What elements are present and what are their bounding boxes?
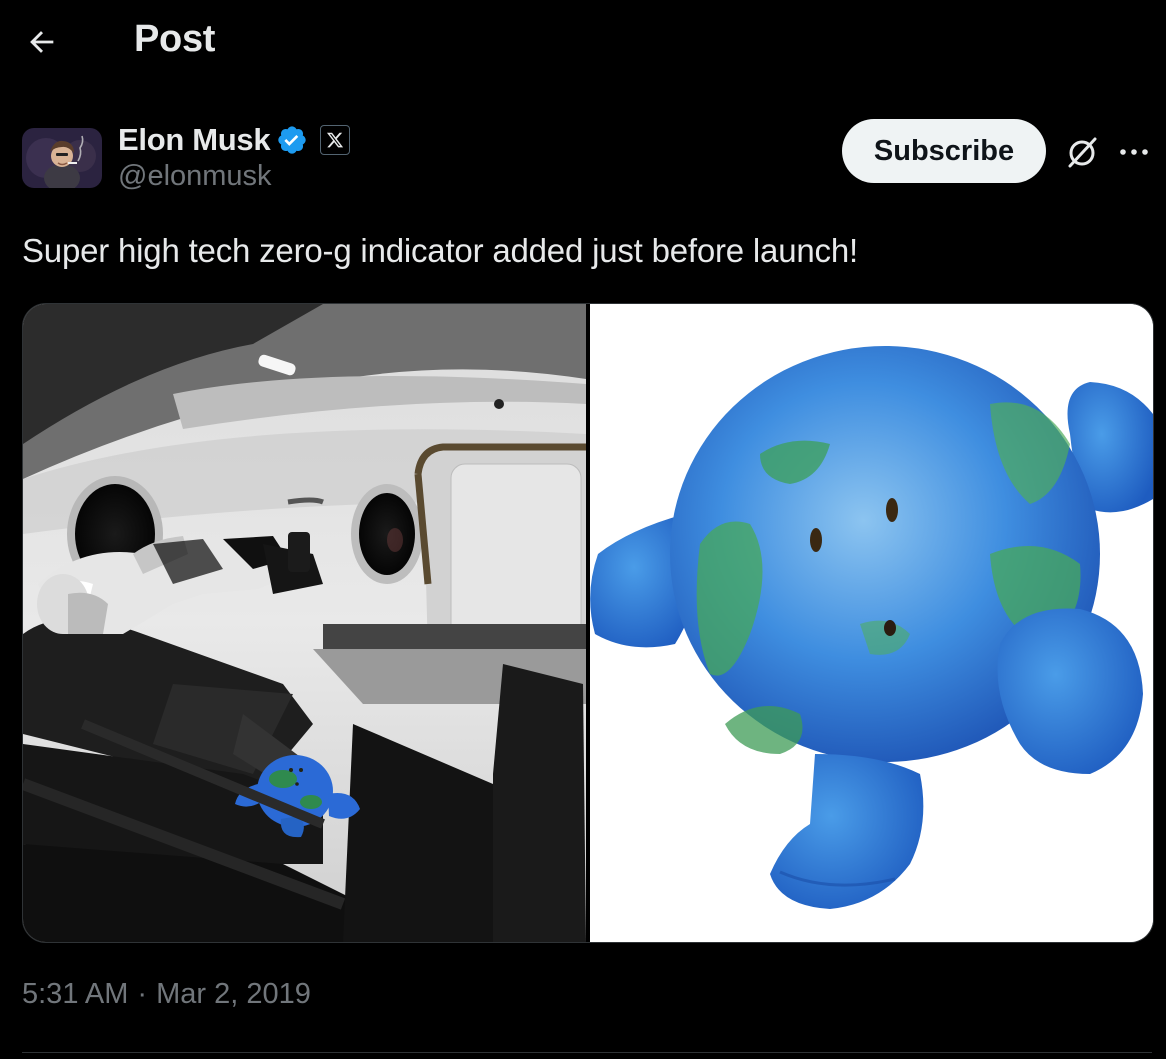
timestamp-time[interactable]: 5:31 AM [22,978,128,1011]
arrow-left-icon [30,31,54,53]
verified-badge-icon[interactable] [276,124,308,156]
grok-icon [1068,137,1097,168]
timestamp-separator: · [137,978,148,1010]
grok-button[interactable] [1060,130,1104,174]
capsule-interior-photo[interactable] [23,304,586,942]
author-display-name[interactable]: Elon Musk [118,122,271,158]
back-button[interactable] [22,22,62,62]
more-dots-icon [1120,149,1148,155]
more-options-button[interactable] [1112,132,1156,172]
avatar[interactable] [22,128,102,188]
bottom-divider [22,1052,1152,1053]
affiliate-badge[interactable] [320,125,351,155]
top-header: Post [0,0,1166,86]
timestamp-date[interactable]: Mar 2, 2019 [156,978,311,1011]
earth-plush-photo[interactable] [590,304,1153,942]
media-grid [22,303,1154,943]
x-logo-icon [327,132,344,148]
subscribe-button[interactable]: Subscribe [842,119,1046,183]
post-text: Super high tech zero-g indicator added j… [22,232,858,269]
author-handle[interactable]: @elonmusk [118,160,272,193]
post-timestamp: 5:31 AM · Mar 2, 2019 [22,978,311,1011]
author-name-row: Elon Musk [118,118,351,162]
page-title: Post [134,18,216,60]
